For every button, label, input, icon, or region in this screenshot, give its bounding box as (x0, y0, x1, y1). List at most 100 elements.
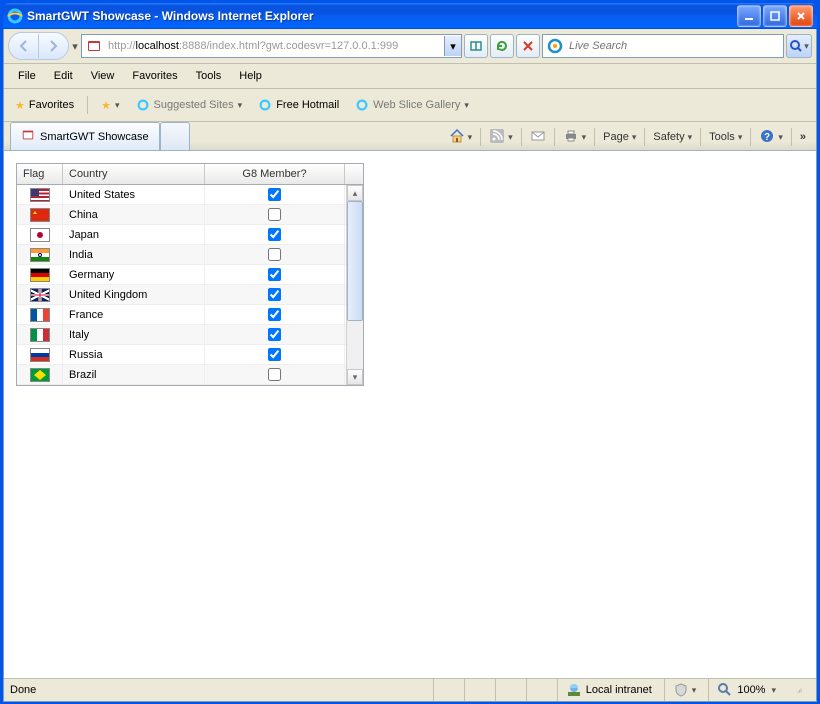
cell-g8 (205, 365, 345, 384)
security-zone[interactable]: Local intranet (557, 679, 660, 701)
address-dropdown[interactable]: ▾ (444, 36, 461, 56)
protected-mode[interactable]: ▾ (664, 679, 705, 701)
g8-checkbox[interactable] (268, 308, 281, 321)
printer-icon (563, 128, 579, 147)
cell-flag (17, 205, 63, 224)
table-row[interactable]: United Kingdom (17, 285, 363, 305)
feeds-button[interactable]: ▾ (485, 126, 517, 149)
web-slice-link[interactable]: Web Slice Gallery▾ (350, 96, 474, 114)
address-bar[interactable]: http://localhost:8888/index.html?gwt.cod… (81, 34, 462, 58)
col-flag[interactable]: Flag (17, 164, 63, 184)
nav-history-dropdown[interactable]: ▾ (71, 40, 79, 53)
cell-country: Italy (63, 325, 205, 344)
table-row[interactable]: Brazil (17, 365, 363, 385)
free-hotmail-link[interactable]: Free Hotmail (253, 96, 344, 114)
g8-checkbox[interactable] (268, 328, 281, 341)
menubar: File Edit View Favorites Tools Help (4, 64, 816, 89)
col-g8[interactable]: G8 Member? (205, 164, 345, 184)
cell-g8 (205, 225, 345, 244)
tab-label: SmartGWT Showcase (40, 131, 149, 143)
cell-flag (17, 225, 63, 244)
status-text: Done (10, 684, 56, 696)
zoom-control[interactable]: 100% ▾ (708, 679, 784, 701)
safety-menu[interactable]: Safety▾ (649, 129, 696, 145)
g8-checkbox[interactable] (268, 348, 281, 361)
search-bar[interactable] (542, 34, 784, 58)
flag-icon (30, 348, 50, 362)
new-tab-button[interactable] (160, 122, 190, 150)
close-button[interactable] (789, 5, 813, 27)
favorites-button[interactable]: ★ Favorites (10, 97, 79, 114)
print-button[interactable]: ▾ (559, 126, 591, 149)
g8-checkbox[interactable] (268, 248, 281, 261)
cell-flag (17, 345, 63, 364)
g8-checkbox[interactable] (268, 208, 281, 221)
table-row[interactable]: France (17, 305, 363, 325)
favorites-bar: ★ Favorites ★▾ Suggested Sites▾ Free Hot… (4, 89, 816, 122)
maximize-button[interactable] (763, 5, 787, 27)
grid-header: Flag Country G8 Member? (17, 164, 363, 185)
g8-checkbox[interactable] (268, 288, 281, 301)
menu-help[interactable]: Help (231, 67, 270, 85)
g8-checkbox[interactable] (268, 268, 281, 281)
forward-button[interactable] (39, 34, 67, 58)
add-favorite-button[interactable]: ★▾ (96, 97, 124, 114)
cell-g8 (205, 285, 345, 304)
search-input[interactable] (567, 39, 783, 53)
g8-checkbox[interactable] (268, 228, 281, 241)
resize-grip[interactable] (788, 679, 810, 701)
flag-icon (30, 308, 50, 322)
g8-checkbox[interactable] (268, 188, 281, 201)
menu-tools[interactable]: Tools (188, 67, 230, 85)
menu-file[interactable]: File (10, 67, 44, 85)
back-button[interactable] (10, 34, 38, 58)
menu-favorites[interactable]: Favorites (124, 67, 185, 85)
help-button[interactable]: ?▾ (755, 126, 787, 149)
flag-icon (30, 328, 50, 342)
compat-view-button[interactable] (464, 34, 488, 58)
scroll-up-button[interactable]: ▴ (347, 185, 363, 201)
search-button[interactable]: ▾ (786, 34, 812, 58)
refresh-button[interactable] (490, 34, 514, 58)
cell-flag (17, 325, 63, 344)
star-icon: ★ (15, 99, 25, 112)
g8-checkbox[interactable] (268, 368, 281, 381)
command-bar: ▾ ▾ ▾ Page▾ Safety▾ Tools▾ ?▾ » (445, 124, 810, 150)
tab-active[interactable]: SmartGWT Showcase (10, 122, 160, 150)
col-country[interactable]: Country (63, 164, 205, 184)
page-menu[interactable]: Page▾ (599, 129, 640, 145)
table-row[interactable]: Russia (17, 345, 363, 365)
titlebar: SmartGWT Showcase - Windows Internet Exp… (3, 3, 817, 29)
table-row[interactable]: Japan (17, 225, 363, 245)
table-row[interactable]: Italy (17, 325, 363, 345)
browser-chrome: ▾ http://localhost:8888/index.html?gwt.c… (3, 29, 817, 702)
stop-button[interactable] (516, 34, 540, 58)
grid-scrollbar[interactable]: ▴ ▾ (346, 185, 363, 385)
cell-flag (17, 365, 63, 384)
cell-country: United Kingdom (63, 285, 205, 304)
ie-page-icon (136, 98, 150, 112)
tab-bar: SmartGWT Showcase ▾ ▾ ▾ Page▾ Safety▾ To… (4, 122, 816, 151)
cell-g8 (205, 245, 345, 264)
read-mail-button[interactable] (526, 126, 550, 149)
scroll-thumb[interactable] (347, 201, 363, 321)
url-text: http://localhost:8888/index.html?gwt.cod… (106, 40, 444, 52)
flag-icon (30, 188, 50, 202)
ie-page-icon (258, 98, 272, 112)
cell-g8 (205, 305, 345, 324)
scroll-down-button[interactable]: ▾ (347, 369, 363, 385)
menu-view[interactable]: View (83, 67, 123, 85)
help-icon: ? (759, 128, 775, 147)
table-row[interactable]: Germany (17, 265, 363, 285)
svg-text:?: ? (764, 132, 770, 143)
table-row[interactable]: China (17, 205, 363, 225)
home-button[interactable]: ▾ (445, 126, 477, 149)
table-row[interactable]: India (17, 245, 363, 265)
table-row[interactable]: United States (17, 185, 363, 205)
overflow-button[interactable]: » (796, 129, 810, 145)
suggested-sites-link[interactable]: Suggested Sites▾ (131, 96, 248, 114)
menu-edit[interactable]: Edit (46, 67, 81, 85)
favorites-label: Favorites (29, 99, 74, 111)
minimize-button[interactable] (737, 5, 761, 27)
tools-menu[interactable]: Tools▾ (705, 129, 746, 145)
